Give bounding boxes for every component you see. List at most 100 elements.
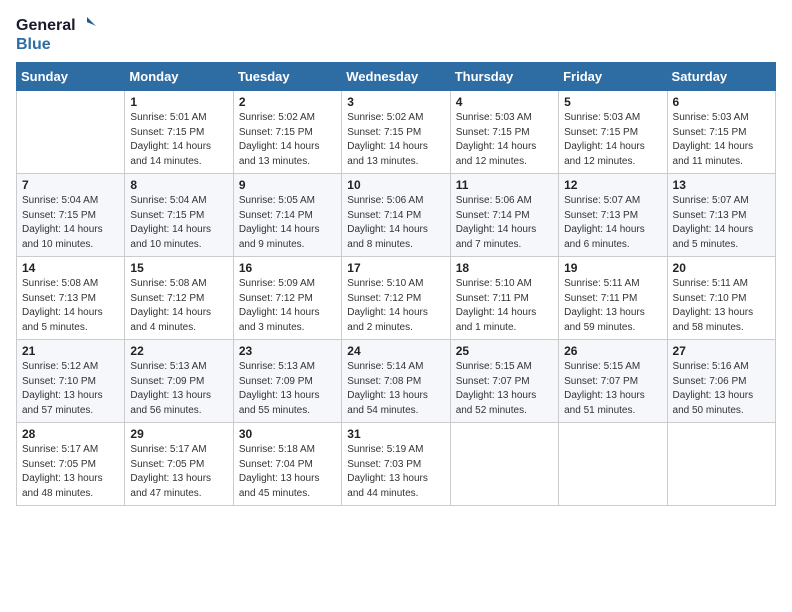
day-info: Sunrise: 5:02 AMSunset: 7:15 PMDaylight:… xyxy=(347,111,444,169)
day-info: Sunrise: 5:08 AMSunset: 7:12 PMDaylight:… xyxy=(130,277,227,335)
calendar-cell: 31 Sunrise: 5:19 AMSunset: 7:03 PMDaylig… xyxy=(342,423,450,506)
calendar-table: SundayMondayTuesdayWednesdayThursdayFrid… xyxy=(16,62,776,506)
logo-blue: Blue xyxy=(16,35,51,54)
weekday-header: Saturday xyxy=(667,63,775,91)
page-header: General Blue xyxy=(16,16,776,54)
day-number: 25 xyxy=(456,344,553,358)
calendar-cell: 1 Sunrise: 5:01 AMSunset: 7:15 PMDayligh… xyxy=(125,91,233,174)
day-info: Sunrise: 5:03 AMSunset: 7:15 PMDaylight:… xyxy=(456,111,553,169)
calendar-cell: 27 Sunrise: 5:16 AMSunset: 7:06 PMDaylig… xyxy=(667,340,775,423)
weekday-header: Tuesday xyxy=(233,63,341,91)
day-number: 29 xyxy=(130,427,227,441)
day-info: Sunrise: 5:18 AMSunset: 7:04 PMDaylight:… xyxy=(239,443,336,501)
day-number: 4 xyxy=(456,95,553,109)
day-number: 1 xyxy=(130,95,227,109)
day-info: Sunrise: 5:14 AMSunset: 7:08 PMDaylight:… xyxy=(347,360,444,418)
day-number: 8 xyxy=(130,178,227,192)
calendar-cell xyxy=(667,423,775,506)
day-number: 7 xyxy=(22,178,119,192)
calendar-cell: 18 Sunrise: 5:10 AMSunset: 7:11 PMDaylig… xyxy=(450,257,558,340)
calendar-cell: 26 Sunrise: 5:15 AMSunset: 7:07 PMDaylig… xyxy=(559,340,667,423)
weekday-header: Wednesday xyxy=(342,63,450,91)
calendar-cell: 8 Sunrise: 5:04 AMSunset: 7:15 PMDayligh… xyxy=(125,174,233,257)
day-number: 23 xyxy=(239,344,336,358)
calendar-cell: 15 Sunrise: 5:08 AMSunset: 7:12 PMDaylig… xyxy=(125,257,233,340)
calendar-cell: 9 Sunrise: 5:05 AMSunset: 7:14 PMDayligh… xyxy=(233,174,341,257)
day-number: 30 xyxy=(239,427,336,441)
calendar-cell: 30 Sunrise: 5:18 AMSunset: 7:04 PMDaylig… xyxy=(233,423,341,506)
calendar-cell: 16 Sunrise: 5:09 AMSunset: 7:12 PMDaylig… xyxy=(233,257,341,340)
day-info: Sunrise: 5:06 AMSunset: 7:14 PMDaylight:… xyxy=(456,194,553,252)
calendar-week-row: 21 Sunrise: 5:12 AMSunset: 7:10 PMDaylig… xyxy=(17,340,776,423)
day-number: 27 xyxy=(673,344,770,358)
calendar-cell: 4 Sunrise: 5:03 AMSunset: 7:15 PMDayligh… xyxy=(450,91,558,174)
logo-bird-icon xyxy=(78,17,96,35)
day-info: Sunrise: 5:08 AMSunset: 7:13 PMDaylight:… xyxy=(22,277,119,335)
day-number: 22 xyxy=(130,344,227,358)
day-info: Sunrise: 5:12 AMSunset: 7:10 PMDaylight:… xyxy=(22,360,119,418)
day-info: Sunrise: 5:13 AMSunset: 7:09 PMDaylight:… xyxy=(239,360,336,418)
calendar-week-row: 7 Sunrise: 5:04 AMSunset: 7:15 PMDayligh… xyxy=(17,174,776,257)
calendar-cell: 7 Sunrise: 5:04 AMSunset: 7:15 PMDayligh… xyxy=(17,174,125,257)
day-number: 28 xyxy=(22,427,119,441)
calendar-cell: 11 Sunrise: 5:06 AMSunset: 7:14 PMDaylig… xyxy=(450,174,558,257)
day-number: 2 xyxy=(239,95,336,109)
day-number: 24 xyxy=(347,344,444,358)
calendar-cell: 12 Sunrise: 5:07 AMSunset: 7:13 PMDaylig… xyxy=(559,174,667,257)
day-info: Sunrise: 5:04 AMSunset: 7:15 PMDaylight:… xyxy=(130,194,227,252)
day-number: 14 xyxy=(22,261,119,275)
weekday-header: Friday xyxy=(559,63,667,91)
day-number: 6 xyxy=(673,95,770,109)
weekday-header: Thursday xyxy=(450,63,558,91)
calendar-cell: 21 Sunrise: 5:12 AMSunset: 7:10 PMDaylig… xyxy=(17,340,125,423)
day-info: Sunrise: 5:17 AMSunset: 7:05 PMDaylight:… xyxy=(130,443,227,501)
day-info: Sunrise: 5:07 AMSunset: 7:13 PMDaylight:… xyxy=(673,194,770,252)
calendar-cell xyxy=(450,423,558,506)
header-row: SundayMondayTuesdayWednesdayThursdayFrid… xyxy=(17,63,776,91)
calendar-cell: 24 Sunrise: 5:14 AMSunset: 7:08 PMDaylig… xyxy=(342,340,450,423)
calendar-cell: 23 Sunrise: 5:13 AMSunset: 7:09 PMDaylig… xyxy=(233,340,341,423)
day-info: Sunrise: 5:15 AMSunset: 7:07 PMDaylight:… xyxy=(564,360,661,418)
day-info: Sunrise: 5:04 AMSunset: 7:15 PMDaylight:… xyxy=(22,194,119,252)
day-number: 12 xyxy=(564,178,661,192)
calendar-cell: 14 Sunrise: 5:08 AMSunset: 7:13 PMDaylig… xyxy=(17,257,125,340)
day-number: 9 xyxy=(239,178,336,192)
day-info: Sunrise: 5:09 AMSunset: 7:12 PMDaylight:… xyxy=(239,277,336,335)
day-number: 18 xyxy=(456,261,553,275)
day-info: Sunrise: 5:17 AMSunset: 7:05 PMDaylight:… xyxy=(22,443,119,501)
day-info: Sunrise: 5:05 AMSunset: 7:14 PMDaylight:… xyxy=(239,194,336,252)
calendar-cell: 19 Sunrise: 5:11 AMSunset: 7:11 PMDaylig… xyxy=(559,257,667,340)
day-number: 19 xyxy=(564,261,661,275)
day-info: Sunrise: 5:10 AMSunset: 7:12 PMDaylight:… xyxy=(347,277,444,335)
day-info: Sunrise: 5:11 AMSunset: 7:11 PMDaylight:… xyxy=(564,277,661,335)
calendar-cell xyxy=(17,91,125,174)
calendar-cell: 20 Sunrise: 5:11 AMSunset: 7:10 PMDaylig… xyxy=(667,257,775,340)
day-number: 20 xyxy=(673,261,770,275)
day-info: Sunrise: 5:02 AMSunset: 7:15 PMDaylight:… xyxy=(239,111,336,169)
calendar-week-row: 14 Sunrise: 5:08 AMSunset: 7:13 PMDaylig… xyxy=(17,257,776,340)
day-number: 10 xyxy=(347,178,444,192)
calendar-cell: 10 Sunrise: 5:06 AMSunset: 7:14 PMDaylig… xyxy=(342,174,450,257)
day-info: Sunrise: 5:06 AMSunset: 7:14 PMDaylight:… xyxy=(347,194,444,252)
day-number: 11 xyxy=(456,178,553,192)
calendar-cell: 25 Sunrise: 5:15 AMSunset: 7:07 PMDaylig… xyxy=(450,340,558,423)
calendar-cell: 2 Sunrise: 5:02 AMSunset: 7:15 PMDayligh… xyxy=(233,91,341,174)
day-info: Sunrise: 5:11 AMSunset: 7:10 PMDaylight:… xyxy=(673,277,770,335)
day-info: Sunrise: 5:07 AMSunset: 7:13 PMDaylight:… xyxy=(564,194,661,252)
day-info: Sunrise: 5:13 AMSunset: 7:09 PMDaylight:… xyxy=(130,360,227,418)
day-info: Sunrise: 5:01 AMSunset: 7:15 PMDaylight:… xyxy=(130,111,227,169)
calendar-cell: 22 Sunrise: 5:13 AMSunset: 7:09 PMDaylig… xyxy=(125,340,233,423)
day-info: Sunrise: 5:03 AMSunset: 7:15 PMDaylight:… xyxy=(564,111,661,169)
day-number: 17 xyxy=(347,261,444,275)
calendar-cell: 28 Sunrise: 5:17 AMSunset: 7:05 PMDaylig… xyxy=(17,423,125,506)
calendar-week-row: 28 Sunrise: 5:17 AMSunset: 7:05 PMDaylig… xyxy=(17,423,776,506)
day-number: 21 xyxy=(22,344,119,358)
calendar-cell: 29 Sunrise: 5:17 AMSunset: 7:05 PMDaylig… xyxy=(125,423,233,506)
calendar-cell xyxy=(559,423,667,506)
day-number: 16 xyxy=(239,261,336,275)
day-number: 31 xyxy=(347,427,444,441)
day-number: 15 xyxy=(130,261,227,275)
calendar-cell: 3 Sunrise: 5:02 AMSunset: 7:15 PMDayligh… xyxy=(342,91,450,174)
logo-general: General xyxy=(16,16,76,35)
day-info: Sunrise: 5:15 AMSunset: 7:07 PMDaylight:… xyxy=(456,360,553,418)
